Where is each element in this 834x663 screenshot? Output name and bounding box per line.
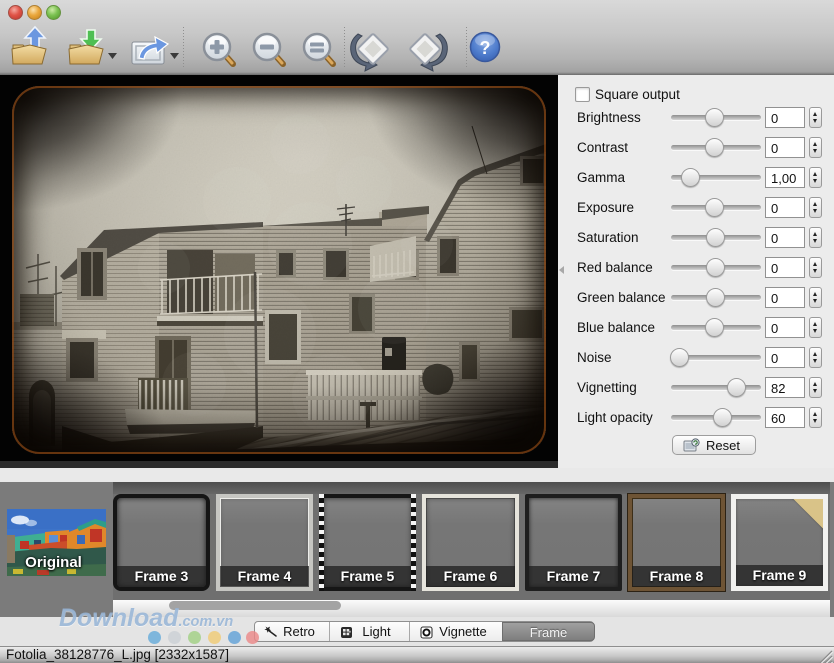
svg-text:?: ? bbox=[480, 38, 491, 58]
